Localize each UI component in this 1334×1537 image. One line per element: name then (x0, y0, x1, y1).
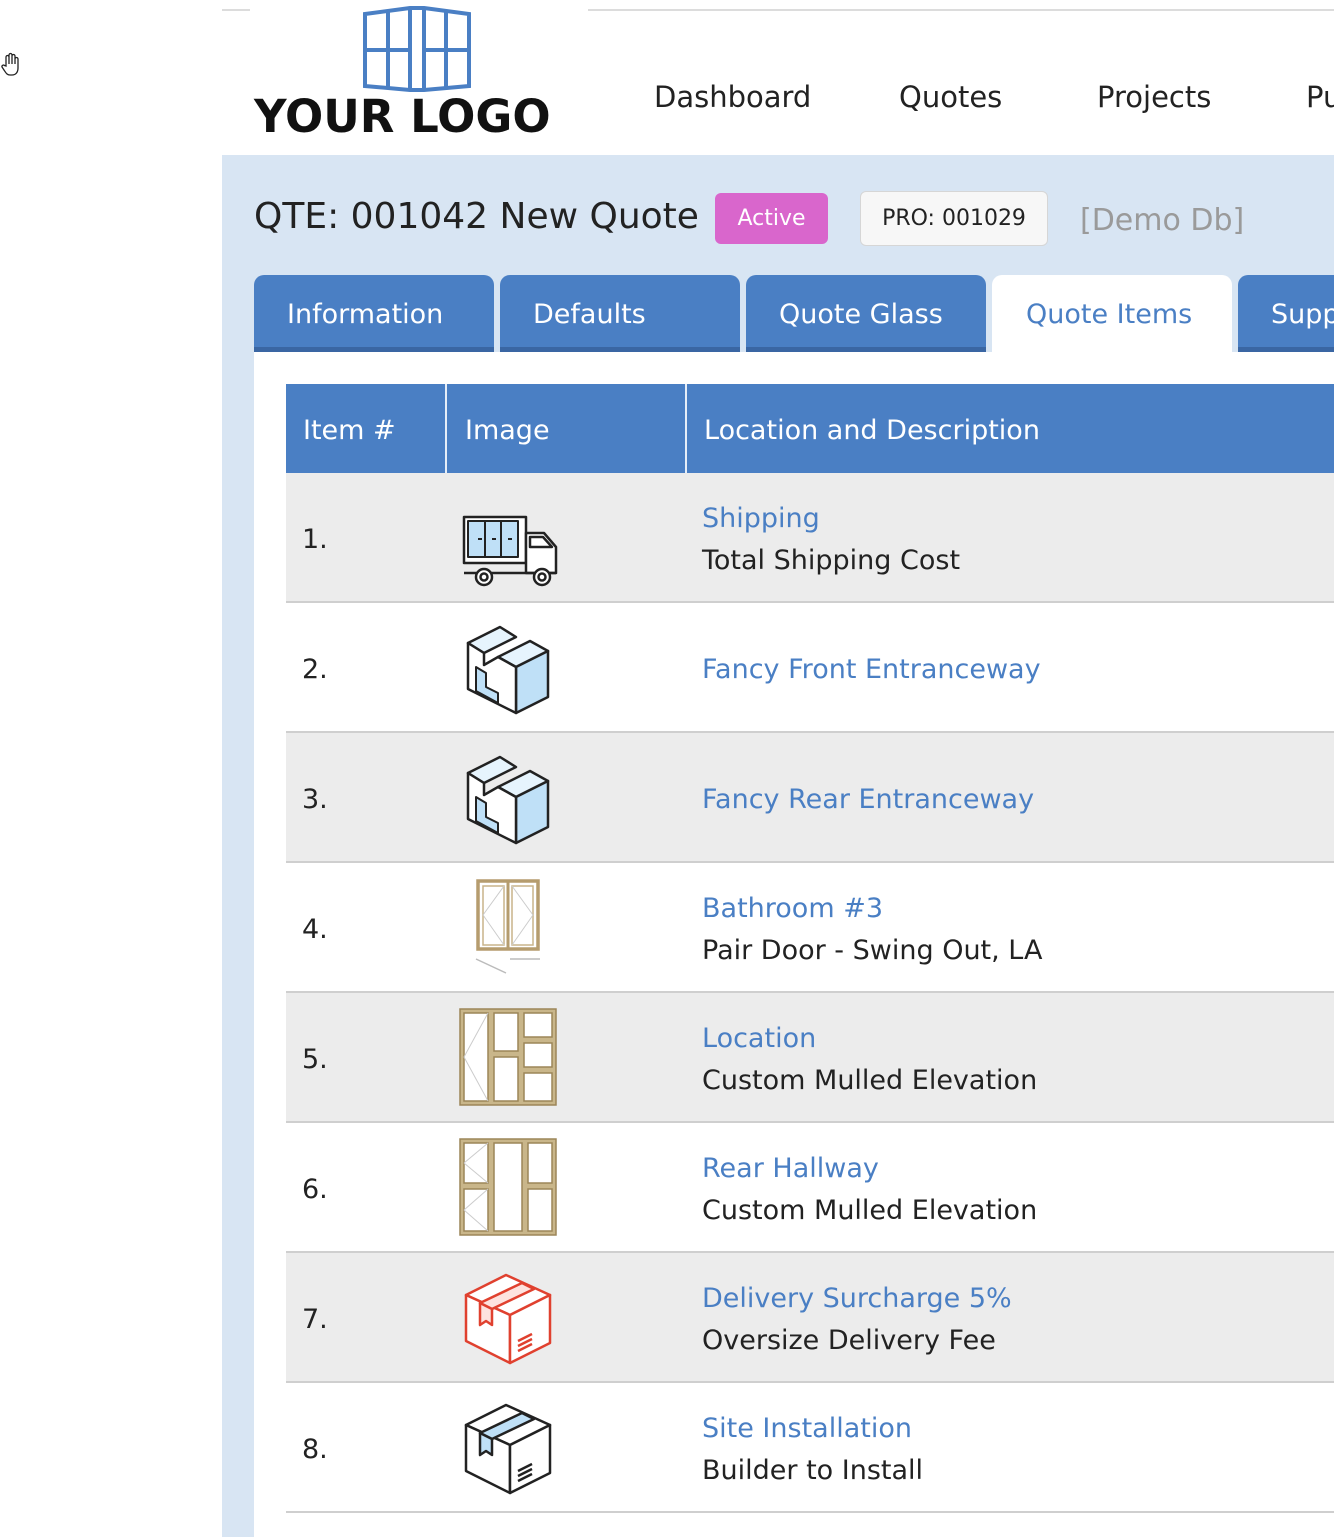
item-number: 5. (302, 1044, 328, 1075)
nav-quotes[interactable]: Quotes (899, 80, 1002, 114)
table-row[interactable]: 2. Fancy Front Entranceway (286, 603, 1334, 733)
item-description: Oversize Delivery Fee (702, 1325, 996, 1356)
item-description: Total Shipping Cost (702, 545, 961, 576)
table-row[interactable]: 4. Bathroom #3 Pair Door - Swing Out, LA (286, 863, 1334, 993)
nav-projects[interactable]: Projects (1097, 80, 1211, 114)
mulled-elevation-icon (459, 1008, 557, 1106)
item-location-link[interactable]: Fancy Front Entranceway (702, 654, 1041, 685)
item-location-link[interactable]: Site Installation (702, 1413, 912, 1444)
logo-text: YOUR LOGO (254, 90, 551, 143)
tab-label: Information (287, 299, 444, 330)
item-number: 1. (302, 524, 328, 555)
table-header: Item # Image Location and Description (286, 384, 1334, 473)
item-number: 3. (302, 784, 328, 815)
tab-suppliers[interactable]: Suppl (1238, 275, 1334, 352)
table-row[interactable]: 1. Shipping Total Shipping Cost (286, 473, 1334, 603)
item-number: 7. (302, 1304, 328, 1335)
table-row[interactable]: 8. Site Installation Builder to Install (286, 1383, 1334, 1513)
truck-icon (462, 515, 558, 587)
tab-label: Defaults (533, 299, 646, 330)
box-icon (464, 1403, 552, 1495)
status-badge: Active (715, 193, 828, 244)
nav-more[interactable]: Pu (1306, 80, 1334, 114)
top-divider (588, 9, 1334, 11)
tab-information[interactable]: Information (254, 275, 494, 352)
item-location-link[interactable]: Bathroom #3 (702, 893, 883, 924)
item-location-link[interactable]: Shipping (702, 503, 820, 534)
hand-cursor-icon (1, 52, 19, 76)
item-description: Builder to Install (702, 1455, 924, 1486)
item-number: 2. (302, 654, 328, 685)
tab-label: Suppl (1271, 299, 1334, 330)
database-label: [Demo Db] (1080, 203, 1245, 238)
item-description: Custom Mulled Elevation (702, 1195, 1038, 1226)
mulled-elevation-icon (459, 1138, 557, 1236)
item-location-link[interactable]: Delivery Surcharge 5% (702, 1283, 1012, 1314)
table-row[interactable]: 7. Delivery Surcharge 5% Oversize Delive… (286, 1253, 1334, 1383)
top-divider (222, 9, 250, 11)
tab-label: Quote Glass (779, 299, 943, 330)
item-location-link[interactable]: Location (702, 1023, 816, 1054)
item-location-link[interactable]: Rear Hallway (702, 1153, 879, 1184)
item-number: 4. (302, 914, 328, 945)
table-row[interactable]: 6. Rear Hallway Custom Mulled Elevation (286, 1123, 1334, 1253)
nav-dashboard[interactable]: Dashboard (654, 80, 811, 114)
tab-quote-items[interactable]: Quote Items (992, 275, 1232, 352)
project-link-button[interactable]: PRO: 001029 (860, 191, 1048, 246)
column-header-image[interactable]: Image (465, 384, 550, 473)
pair-door-icon (475, 879, 540, 974)
table-row[interactable]: 5. Location Custom Mulled Elevation (286, 993, 1334, 1123)
tab-quote-glass[interactable]: Quote Glass (746, 275, 986, 352)
item-description: Custom Mulled Elevation (702, 1065, 1038, 1096)
entranceway-icon (466, 755, 550, 845)
company-logo[interactable]: YOUR LOGO (250, 4, 586, 152)
table-row[interactable]: 3. Fancy Rear Entranceway (286, 733, 1334, 863)
item-number: 8. (302, 1434, 328, 1465)
tab-defaults[interactable]: Defaults (500, 275, 740, 352)
item-number: 6. (302, 1174, 328, 1205)
page-title: QTE: 001042 New Quote (254, 196, 699, 237)
tab-label: Quote Items (1026, 299, 1193, 330)
entranceway-icon (466, 625, 550, 715)
column-header-location[interactable]: Location and Description (704, 384, 1040, 473)
window-logo-icon (363, 6, 471, 92)
red-box-icon (464, 1273, 552, 1365)
column-header-item-number[interactable]: Item # (303, 384, 396, 473)
column-divider (685, 384, 687, 473)
item-description: Pair Door - Swing Out, LA (702, 935, 1043, 966)
column-divider (445, 384, 447, 473)
item-location-link[interactable]: Fancy Rear Entranceway (702, 784, 1034, 815)
